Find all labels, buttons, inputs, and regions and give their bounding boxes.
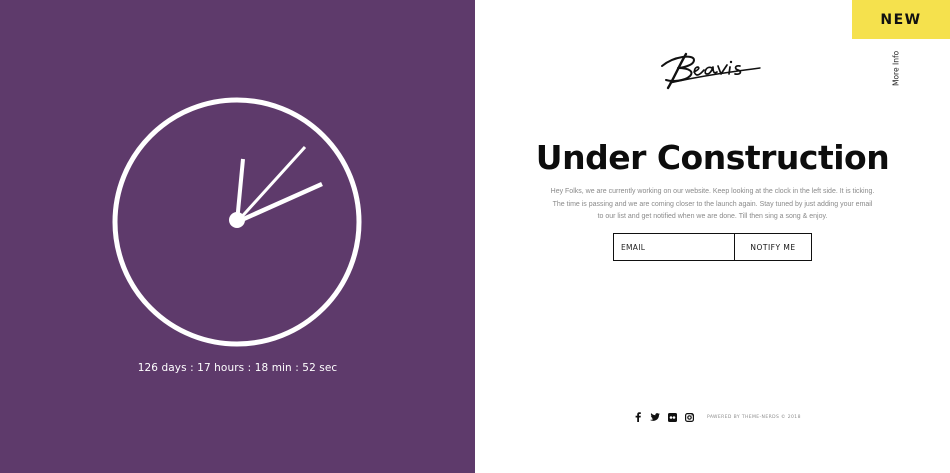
instagram-icon[interactable] — [684, 412, 694, 422]
intro-text: Hey Folks, we are currently working on o… — [550, 188, 875, 220]
brand-logo[interactable] — [660, 50, 765, 92]
facebook-icon[interactable] — [633, 412, 643, 422]
subscribe-form: NOTIFY ME — [613, 233, 812, 261]
page-title: Under Construction — [535, 138, 890, 177]
footer: Pawered by Theme-Nerds © 2018 — [633, 411, 801, 423]
flickr-icon[interactable] — [667, 412, 677, 422]
new-badge[interactable]: NEW — [852, 0, 950, 39]
twitter-icon[interactable] — [650, 412, 660, 422]
notify-button[interactable]: NOTIFY ME — [735, 234, 811, 260]
footer-credits: Pawered by Theme-Nerds © 2018 — [707, 414, 801, 420]
clock-center-pin — [229, 212, 245, 228]
more-info-link[interactable]: More Info — [889, 48, 903, 88]
clock-face — [112, 97, 362, 347]
clock-panel: 126 days : 17 hours : 18 min : 52 sec — [0, 0, 475, 473]
minute-hand — [236, 181, 323, 225]
email-field[interactable] — [614, 234, 735, 260]
countdown-text: 126 days : 17 hours : 18 min : 52 sec — [137, 362, 338, 374]
second-hand — [235, 145, 307, 224]
